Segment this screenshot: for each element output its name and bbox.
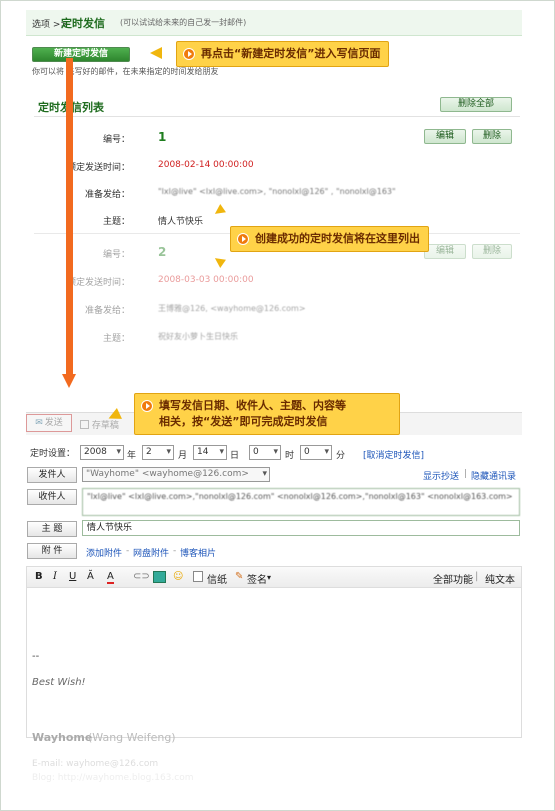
subject-input[interactable]: 情人节快乐 bbox=[82, 520, 520, 536]
item-1-to: "lxl@live" <lxl@live.com>, "nonolxl@126"… bbox=[158, 187, 396, 196]
signature-button[interactable]: 签名 bbox=[247, 571, 267, 586]
label-time: 预定发送时间： bbox=[66, 163, 130, 173]
signature-dash: -- bbox=[32, 651, 40, 662]
flow-arrow-head bbox=[62, 374, 76, 388]
day-select[interactable]: 14 bbox=[193, 445, 227, 460]
signature-icon[interactable]: ✎ bbox=[235, 571, 243, 582]
page-header: 选项 >> 定时发信 (可以试试给未来的自己发一封邮件) bbox=[26, 10, 522, 36]
to-button[interactable]: 收件人 bbox=[27, 489, 77, 505]
item-2-subject: 祝好友小萝卜生日快乐 bbox=[158, 332, 238, 341]
toolbar-separator: | bbox=[475, 571, 479, 582]
hide-contacts-link[interactable]: 隐藏通讯录 bbox=[471, 469, 516, 482]
page-title: 定时发信 bbox=[61, 17, 105, 30]
signature-email: E-mail: wayhome@126.com bbox=[32, 759, 159, 769]
callout-2: 创建成功的定时发信将在这里列出 bbox=[230, 226, 429, 252]
callout-3-line2: 相关，按“发送”即可完成定时发信 bbox=[159, 415, 328, 428]
item-2-edit-button[interactable]: 编辑 bbox=[424, 244, 466, 259]
blog-photo-link[interactable]: 博客相片 bbox=[180, 546, 216, 559]
play-icon bbox=[141, 400, 153, 412]
label-subject: 主题： bbox=[102, 217, 130, 227]
label-num: 编号： bbox=[102, 135, 130, 145]
page-hint: (可以试试给未来的自己发一封邮件) bbox=[120, 18, 247, 27]
callout-arrow-1 bbox=[150, 47, 162, 59]
delete-all-button[interactable]: 删除全部 bbox=[440, 97, 512, 112]
message-editor[interactable] bbox=[26, 588, 522, 738]
day-unit: 日 bbox=[230, 451, 240, 461]
schedule-label: 定时设置： bbox=[30, 449, 76, 459]
add-attachment-link[interactable]: 添加附件 bbox=[86, 546, 122, 559]
hour-unit: 时 bbox=[285, 451, 295, 461]
font-size-button[interactable]: Ă bbox=[87, 571, 94, 582]
underline-button[interactable]: U bbox=[69, 571, 76, 582]
label-to: 准备发给： bbox=[84, 306, 130, 316]
label-subject: 主题： bbox=[102, 334, 130, 344]
list-divider bbox=[34, 116, 520, 117]
item-1-num: 1 bbox=[158, 130, 167, 144]
callout-2-text: 创建成功的定时发信将在这里列出 bbox=[255, 232, 420, 245]
signature-blog: Blog: http://wayhome.blog.163.com bbox=[32, 773, 194, 783]
callout-3: 填写发信日期、收件人、主题、内容等 相关，按“发送”即可完成定时发信 bbox=[134, 393, 400, 435]
editor-toolbar: B I U Ă A ⊂⊃ ☺ 信纸 ✎ 签名 ▾ 全部功能 | 纯文本 bbox=[26, 566, 522, 588]
cancel-schedule-link[interactable]: [取消定时发信] bbox=[363, 448, 424, 461]
signature-fullname: (Wang Weifeng) bbox=[88, 731, 176, 744]
font-color-button[interactable]: A bbox=[107, 571, 114, 584]
send-label: 发送 bbox=[44, 418, 63, 428]
signature-name: Wayhome bbox=[32, 731, 93, 744]
subject-button[interactable]: 主 题 bbox=[27, 521, 77, 537]
month-unit: 月 bbox=[178, 451, 188, 461]
minute-select[interactable]: 0 bbox=[300, 445, 332, 460]
item-1-subject: 情人节快乐 bbox=[158, 217, 204, 227]
label-num: 编号： bbox=[102, 250, 130, 260]
callout-1: 再点击“新建定时发信”进入写信页面 bbox=[176, 41, 390, 67]
item-1-edit-button[interactable]: 编辑 bbox=[424, 129, 466, 144]
signature-wish: Best Wish! bbox=[32, 677, 86, 688]
item-2-to: 王博雅@126, <wayhome@126.com> bbox=[158, 304, 306, 313]
sender-select[interactable]: "Wayhome" <wayhome@126.com> bbox=[82, 467, 270, 482]
bold-button[interactable]: B bbox=[35, 571, 43, 582]
callout-1-text: 再点击“新建定时发信”进入写信页面 bbox=[201, 47, 381, 60]
intro-text: 你可以将 先写好的邮件，在未来指定的时间发给朋友 bbox=[32, 67, 219, 76]
label-time: 预定发送时间： bbox=[66, 278, 130, 288]
link-separator: | bbox=[464, 469, 468, 479]
year-unit: 年 bbox=[127, 451, 137, 461]
send-button[interactable]: ✉ 发送 bbox=[26, 414, 72, 432]
item-1-time: 2008-02-14 00:00:00 bbox=[158, 160, 254, 170]
emoticon-icon[interactable]: ☺ bbox=[173, 571, 183, 582]
sender-button[interactable]: 发件人 bbox=[27, 467, 77, 483]
year-select[interactable]: 2008 bbox=[80, 445, 124, 460]
send-icon: ✉ bbox=[35, 418, 43, 428]
link-separator: - bbox=[173, 546, 177, 556]
item-2-delete-button[interactable]: 删除 bbox=[472, 244, 512, 259]
flow-arrow-shaft bbox=[66, 58, 73, 378]
label-to: 准备发给： bbox=[84, 190, 130, 200]
draft-icon bbox=[80, 420, 89, 429]
stationery-button[interactable]: 信纸 bbox=[207, 571, 227, 586]
play-icon bbox=[183, 48, 195, 60]
minute-unit: 分 bbox=[336, 451, 346, 461]
to-input[interactable]: "lxl@live" <lxl@live.com>,"nonolxl@126.c… bbox=[82, 488, 520, 516]
item-2-time: 2008-03-03 00:00:00 bbox=[158, 275, 254, 285]
link-icon[interactable]: ⊂⊃ bbox=[133, 571, 150, 582]
month-select[interactable]: 2 bbox=[142, 445, 174, 460]
draft-label: 存草稿 bbox=[91, 421, 119, 431]
netdisk-attachment-link[interactable]: 网盘附件 bbox=[133, 546, 169, 559]
plain-text-link[interactable]: 纯文本 bbox=[485, 571, 515, 586]
hour-select[interactable]: 0 bbox=[249, 445, 281, 460]
show-cc-link[interactable]: 显示抄送 bbox=[423, 469, 459, 482]
image-icon[interactable] bbox=[153, 571, 166, 583]
new-scheduled-mail-button[interactable]: 新建定时发信 bbox=[32, 47, 130, 62]
italic-button[interactable]: I bbox=[53, 571, 57, 582]
stationery-icon[interactable] bbox=[193, 571, 203, 582]
link-separator: - bbox=[126, 546, 130, 556]
item-2-num: 2 bbox=[158, 245, 167, 259]
item-1-delete-button[interactable]: 删除 bbox=[472, 129, 512, 144]
attach-button[interactable]: 附 件 bbox=[27, 543, 77, 559]
callout-3-line1: 填写发信日期、收件人、主题、内容等 bbox=[159, 399, 346, 412]
chevron-down-icon[interactable]: ▾ bbox=[267, 573, 271, 582]
play-icon bbox=[237, 233, 249, 245]
full-features-link[interactable]: 全部功能 bbox=[433, 571, 473, 586]
